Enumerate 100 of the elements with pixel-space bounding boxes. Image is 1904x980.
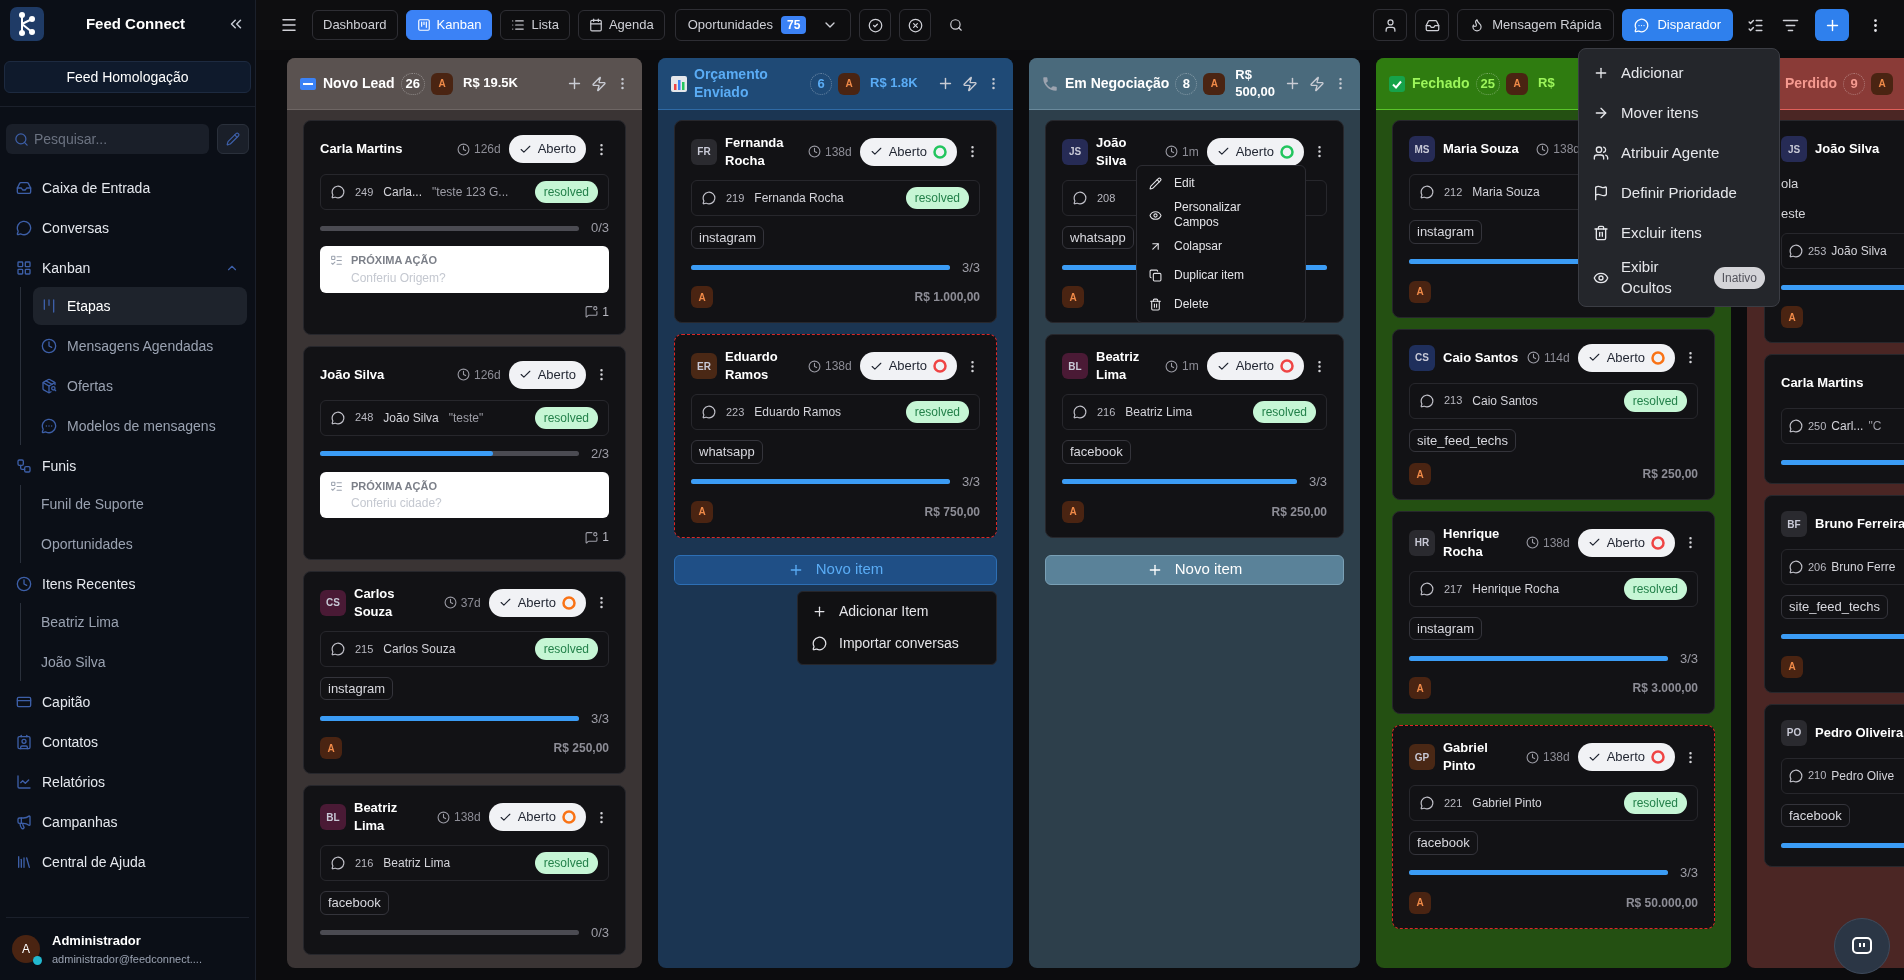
deal-card[interactable]: GP Gabriel Pinto 138d Aberto 221 Gabriel Pinto resolved facebook 3/3 A R$ 50.000,00 [1392, 725, 1715, 929]
menu-icon[interactable] [280, 16, 298, 34]
conversation-row[interactable]: 221 Gabriel Pinto resolved [1409, 785, 1698, 821]
conversation-row[interactable]: 216 Beatriz Lima resolved [1062, 394, 1327, 430]
search-icon[interactable] [949, 18, 964, 32]
conversation-row[interactable]: 219 Fernanda Rocha resolved [691, 179, 980, 216]
menu-item[interactable]: Personalizar Campos [1137, 198, 1305, 232]
conversation-row[interactable]: 253 João Silva [1781, 233, 1904, 269]
conversation-row[interactable]: 249 Carla... "teste 123 G... resolved [320, 174, 609, 210]
status-button[interactable]: Aberto [488, 588, 586, 617]
conversation-contact: Fernanda Rocha [754, 189, 844, 207]
inbox-button[interactable] [1415, 9, 1450, 41]
nav-item[interactable]: Campanhas [8, 803, 247, 841]
add-button[interactable] [1815, 9, 1849, 41]
deal-card[interactable]: Carla Martins 126d Aberto 249 Carla... "teste 123 G... resolved 0/3 PRÓXIMA AÇÃO Conferiu Origem? 1 [303, 120, 626, 335]
accept-button[interactable] [859, 9, 892, 41]
add-icon[interactable] [937, 75, 954, 92]
view-tab[interactable]: Dashboard [312, 10, 398, 40]
new-item-button[interactable]: Novo item [1045, 554, 1344, 585]
menu-item[interactable]: Colapsar [1137, 232, 1305, 261]
status-button[interactable]: Aberto [508, 360, 586, 389]
menu-item[interactable]: Duplicar item [1137, 261, 1305, 290]
user-button[interactable] [1373, 9, 1408, 41]
workspace-button[interactable]: Feed Homologação [4, 61, 251, 93]
add-icon[interactable] [566, 75, 583, 92]
deal-card[interactable]: FR Fernanda Rocha 138d Aberto 219 Fernanda Rocha resolved instagram 3/3 A R$ 1.000,00 [674, 120, 997, 324]
search-field[interactable]: Pesquisar... [6, 124, 209, 154]
conversation-row[interactable]: 210 Pedro Olive [1781, 757, 1904, 794]
lightning-icon[interactable] [962, 75, 978, 92]
lightning-icon[interactable] [1309, 75, 1325, 92]
deal-card[interactable]: HR Henrique Rocha 138d Aberto 217 Henrique Rocha resolved instagram 3/3 A R$ 3.000,00 [1392, 511, 1715, 715]
deal-card[interactable]: PO Pedro Oliveira 210 Pedro Olive facebook [1764, 703, 1904, 867]
nav-item[interactable]: Modelos de mensagens [33, 407, 247, 445]
status-button[interactable]: Aberto [1577, 528, 1675, 557]
quick-message-button[interactable]: Mensagem Rápida [1457, 9, 1615, 41]
channel-tag: facebook [320, 891, 389, 915]
deal-card[interactable]: João Silva 126d Aberto 248 João Silva "teste" resolved 2/3 PRÓXIMA AÇÃO Conferiu cidade? 1 [303, 345, 626, 560]
view-tab[interactable]: Kanban [405, 10, 493, 40]
deal-card[interactable]: JS João Silva ola este 253 João Silva A [1764, 120, 1904, 343]
status-button[interactable]: Aberto [1577, 743, 1675, 772]
nav-item[interactable]: Caixa de Entrada [8, 169, 247, 207]
nav-item[interactable]: Ofertas [33, 367, 247, 405]
user-avatar[interactable]: A [12, 935, 40, 963]
nav-item[interactable]: Conversas [8, 209, 247, 247]
nav-item[interactable]: Etapas [33, 287, 247, 325]
next-action-text: Conferiu Origem? [351, 269, 446, 287]
deal-card[interactable]: CS Carlos Souza 37d Aberto 215 Carlos Souza resolved instagram 3/3 A R$ 250,00 [303, 571, 626, 775]
nav-item[interactable]: Funil de Suporte [33, 485, 247, 523]
chat-bubble-icon [331, 641, 345, 656]
menu-item[interactable]: Adicionar Item [798, 595, 996, 628]
dispatcher-button[interactable]: Disparador [1622, 9, 1733, 41]
deal-card[interactable]: BL Beatriz Lima 1m Aberto 216 Beatriz Lima resolved facebook 3/3 A R$ 250,00 [1045, 334, 1344, 538]
status-button[interactable]: Aberto [1206, 352, 1304, 381]
pipeline-select[interactable]: Oportunidades 75 [674, 9, 852, 41]
compose-button[interactable] [217, 124, 249, 154]
chat-bubble-icon [702, 405, 716, 419]
close-circle-icon [907, 17, 923, 33]
conversation-row[interactable]: 206 Bruno Ferre [1781, 549, 1904, 585]
view-tab[interactable]: Agenda [577, 10, 665, 40]
menu-item[interactable]: Edit [1137, 169, 1305, 198]
conversation-row[interactable]: 248 João Silva "teste" resolved [320, 399, 609, 436]
owner-avatar: A [1062, 500, 1084, 523]
menu-item[interactable]: Adicionar [1579, 53, 1779, 93]
add-icon[interactable] [1284, 75, 1301, 92]
kanban-icon [416, 18, 431, 32]
status-button[interactable]: Aberto [859, 352, 957, 381]
nav-item[interactable]: Kanban [8, 249, 247, 287]
nav-item[interactable]: Capitão [8, 683, 247, 721]
nav-item[interactable]: Oportunidades [33, 525, 247, 563]
nav-item[interactable]: Relatórios [8, 763, 247, 801]
conversation-id: 210 [1808, 768, 1827, 784]
contact-name: Pedro Oliveira [1815, 723, 1904, 742]
conversation-row[interactable]: 215 Carlos Souza resolved [320, 630, 609, 667]
status-button[interactable]: Aberto [508, 135, 586, 163]
nav-item[interactable]: Contatos [8, 723, 247, 761]
status-button[interactable]: Aberto [488, 803, 586, 832]
nav-item[interactable]: Funis [8, 447, 247, 485]
reject-button[interactable] [899, 9, 932, 41]
nav-item[interactable]: João Silva [33, 643, 247, 681]
deal-card[interactable]: Carla Martins 250 Carl... "C [1764, 354, 1904, 484]
nav-item[interactable]: Central de Ajuda [8, 843, 247, 881]
conversation-row[interactable]: 223 Eduardo Ramos resolved [691, 394, 980, 430]
deal-card[interactable]: JS João Silva 1m Aberto 208 whatsapp A Edit Personalizar Campos Colapsar Duplicar item Delete [1045, 120, 1344, 324]
conversation-row[interactable]: 217 Henrique Rocha resolved [1409, 570, 1698, 607]
status-button[interactable]: Aberto [1577, 343, 1675, 372]
menu-item[interactable]: Importar conversas [798, 627, 996, 660]
nav-item[interactable]: Beatriz Lima [33, 603, 247, 641]
deal-card[interactable]: BL Beatriz Lima 138d Aberto 216 Beatriz Lima resolved facebook 0/3 [303, 785, 626, 955]
lightning-icon[interactable] [591, 75, 607, 92]
conversation-row[interactable]: 213 Caio Santos resolved [1409, 382, 1698, 419]
nav-item[interactable]: Itens Recentes [8, 565, 247, 603]
nav-item[interactable]: Mensagens Agendadas [33, 327, 247, 365]
deal-card[interactable]: CS Caio Santos 114d Aberto 213 Caio Santos resolved site_feed_techs A R$ 250,00 [1392, 328, 1715, 500]
deal-card[interactable]: ER Eduardo Ramos 138d Aberto 223 Eduardo Ramos resolved whatsapp 3/3 A R$ 750,00 [674, 334, 997, 538]
conversation-row[interactable]: 216 Beatriz Lima resolved [320, 845, 609, 881]
menu-item[interactable]: Delete [1137, 290, 1305, 319]
status-button[interactable]: Aberto [1206, 137, 1304, 166]
conversation-row[interactable]: 250 Carl... "C [1781, 408, 1904, 444]
view-tab[interactable]: Lista [500, 10, 570, 40]
status-button[interactable]: Aberto [859, 137, 957, 166]
